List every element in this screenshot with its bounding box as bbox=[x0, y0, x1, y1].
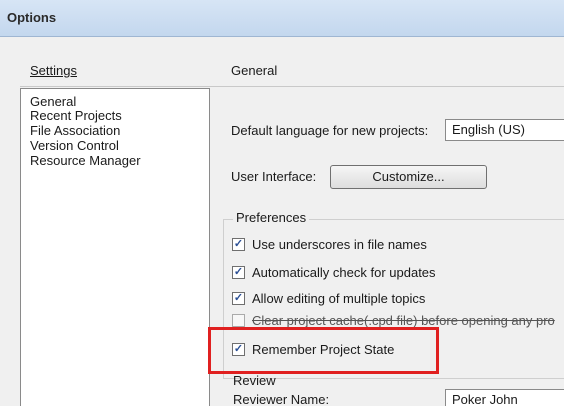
highlight-box bbox=[208, 327, 439, 374]
title-bar[interactable]: Options bbox=[0, 0, 564, 37]
unchecked-box-icon[interactable] bbox=[232, 314, 245, 327]
checkmark-icon[interactable]: ✓ bbox=[232, 238, 245, 251]
checkmark-icon[interactable]: ✓ bbox=[232, 292, 245, 305]
window-title: Options bbox=[7, 10, 57, 25]
general-header: General bbox=[231, 63, 278, 78]
settings-list[interactable]: General Recent Projects File Association… bbox=[20, 88, 210, 406]
option-label: Clear project cache(.cpd file) before op… bbox=[252, 314, 555, 328]
options-dialog: Options Settings General General Recent … bbox=[0, 0, 564, 406]
language-label: Default language for new projects: bbox=[231, 123, 429, 138]
reviewer-name-input[interactable]: Poker John bbox=[445, 389, 564, 406]
option-label: Automatically check for updates bbox=[252, 265, 436, 280]
language-select[interactable]: English (US) bbox=[445, 119, 564, 141]
reviewer-name-label: Reviewer Name: bbox=[233, 392, 330, 406]
ui-label: User Interface: bbox=[231, 169, 317, 184]
option-label: Use underscores in file names bbox=[252, 237, 427, 252]
option-label: Allow editing of multiple topics bbox=[252, 291, 426, 306]
review-title: Review bbox=[233, 373, 276, 388]
settings-item-resource-manager[interactable]: Resource Manager bbox=[30, 154, 141, 168]
checkmark-icon[interactable]: ✓ bbox=[232, 266, 245, 279]
settings-item-recent-projects[interactable]: Recent Projects bbox=[30, 109, 122, 123]
settings-item-version-control[interactable]: Version Control bbox=[30, 139, 119, 153]
customize-button[interactable]: Customize... bbox=[330, 165, 487, 189]
header-divider bbox=[20, 86, 564, 87]
settings-header-label: Settings bbox=[30, 63, 77, 78]
settings-item-general[interactable]: General bbox=[30, 95, 76, 109]
settings-item-file-association[interactable]: File Association bbox=[30, 124, 120, 138]
settings-header: Settings bbox=[30, 63, 77, 78]
preferences-title: Preferences bbox=[233, 210, 310, 225]
